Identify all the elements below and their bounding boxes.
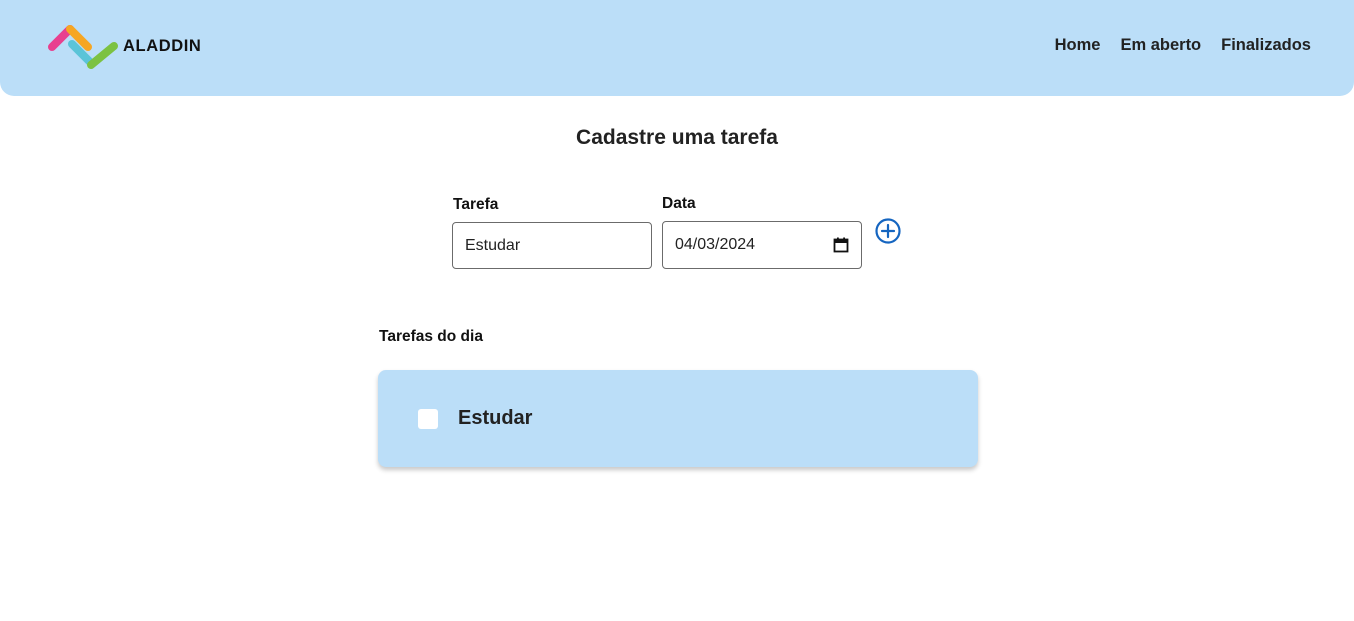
- nav-done-link[interactable]: Finalizados: [1221, 36, 1311, 55]
- task-card: Estudar: [378, 370, 978, 467]
- nav-home-link[interactable]: Home: [1055, 36, 1101, 55]
- tasks-section-title: Tarefas do dia: [379, 328, 483, 345]
- plus-circle-icon: [875, 218, 901, 244]
- add-task-button[interactable]: [875, 218, 901, 244]
- aladdin-logo[interactable]: ALADDIN: [44, 22, 201, 72]
- logo-text: ALADDIN: [123, 37, 202, 55]
- task-field-label: Tarefa: [453, 196, 499, 213]
- logo-mark-icon: [48, 25, 118, 69]
- main-nav: Home Em aberto Finalizados: [1055, 36, 1311, 55]
- top-header: ALADDIN Home Em aberto Finalizados: [0, 0, 1354, 96]
- page-title: Cadastre uma tarefa: [576, 126, 778, 149]
- nav-open-link[interactable]: Em aberto: [1120, 36, 1201, 55]
- task-item-label: Estudar: [458, 407, 533, 429]
- date-input[interactable]: 04/03/2024: [662, 221, 862, 269]
- date-value: 04/03/2024: [675, 236, 756, 253]
- task-input[interactable]: [452, 222, 652, 269]
- task-checkbox[interactable]: [418, 409, 438, 429]
- calendar-icon[interactable]: [833, 237, 849, 253]
- date-field-label: Data: [662, 195, 696, 212]
